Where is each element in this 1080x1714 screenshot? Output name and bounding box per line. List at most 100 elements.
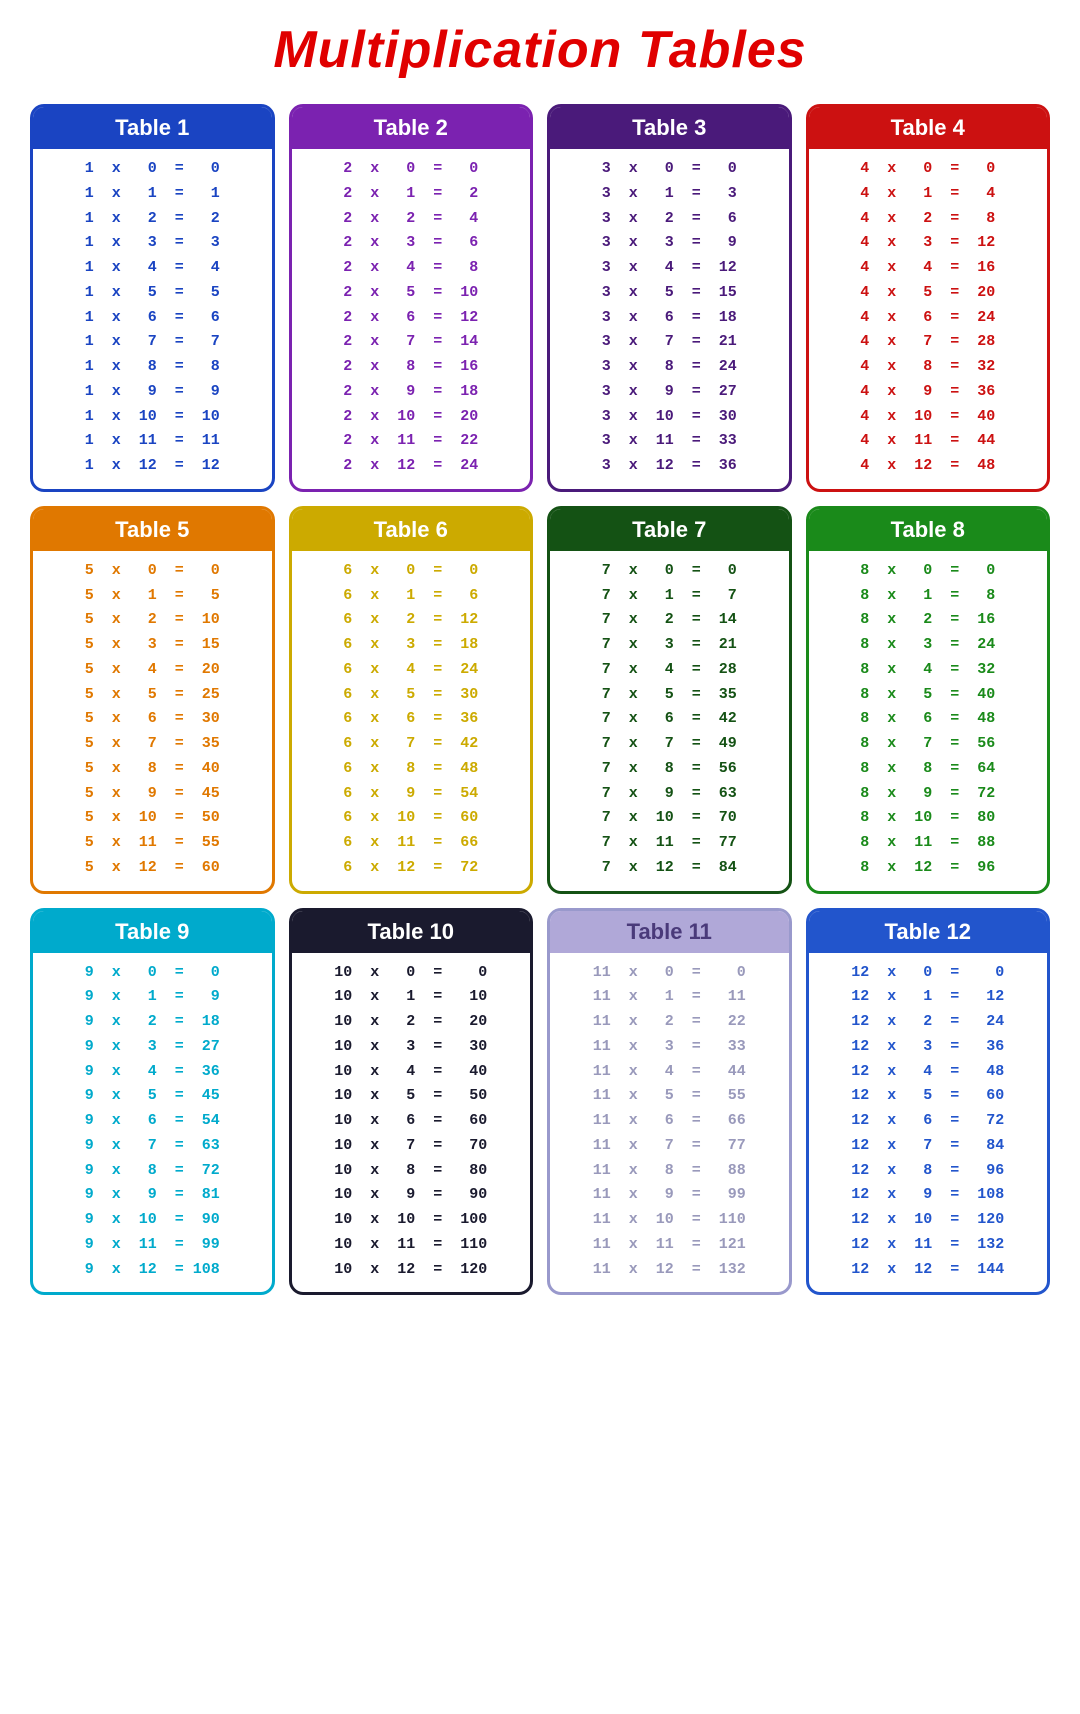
table-row: 6 x 8 = 48 (302, 757, 521, 782)
table-row: 7 x 10 = 70 (560, 806, 779, 831)
table-row: 4 x 11 = 44 (819, 429, 1038, 454)
table-row: 11 x 3 = 33 (560, 1035, 779, 1060)
table-row: 1 x 3 = 3 (43, 231, 262, 256)
table-body-2: 2 x 0 = 02 x 1 = 22 x 2 = 42 x 3 = 62 x … (292, 149, 531, 489)
table-row: 10 x 7 = 70 (302, 1134, 521, 1159)
page-title: Multiplication Tables (20, 20, 1060, 80)
table-row: 3 x 2 = 6 (560, 207, 779, 232)
table-row: 8 x 6 = 48 (819, 707, 1038, 732)
table-row: 6 x 5 = 30 (302, 683, 521, 708)
table-row: 9 x 0 = 0 (43, 961, 262, 986)
table-row: 6 x 11 = 66 (302, 831, 521, 856)
table-card-7: Table 77 x 0 = 07 x 1 = 77 x 2 = 147 x 3… (547, 506, 792, 894)
table-row: 5 x 6 = 30 (43, 707, 262, 732)
table-row: 9 x 8 = 72 (43, 1159, 262, 1184)
table-row: 2 x 7 = 14 (302, 330, 521, 355)
table-row: 3 x 8 = 24 (560, 355, 779, 380)
table-row: 7 x 0 = 0 (560, 559, 779, 584)
table-header-6: Table 6 (292, 509, 531, 551)
table-row: 6 x 3 = 18 (302, 633, 521, 658)
table-body-1: 1 x 0 = 01 x 1 = 11 x 2 = 21 x 3 = 31 x … (33, 149, 272, 489)
table-row: 7 x 6 = 42 (560, 707, 779, 732)
table-row: 6 x 6 = 36 (302, 707, 521, 732)
table-row: 5 x 8 = 40 (43, 757, 262, 782)
table-row: 9 x 3 = 27 (43, 1035, 262, 1060)
table-row: 1 x 0 = 0 (43, 157, 262, 182)
table-row: 3 x 11 = 33 (560, 429, 779, 454)
table-card-2: Table 22 x 0 = 02 x 1 = 22 x 2 = 42 x 3 … (289, 104, 534, 492)
table-body-7: 7 x 0 = 07 x 1 = 77 x 2 = 147 x 3 = 217 … (550, 551, 789, 891)
table-row: 7 x 3 = 21 (560, 633, 779, 658)
table-row: 5 x 11 = 55 (43, 831, 262, 856)
table-row: 8 x 2 = 16 (819, 608, 1038, 633)
table-row: 3 x 4 = 12 (560, 256, 779, 281)
table-row: 4 x 1 = 4 (819, 182, 1038, 207)
table-row: 5 x 12 = 60 (43, 856, 262, 881)
table-card-3: Table 33 x 0 = 03 x 1 = 33 x 2 = 63 x 3 … (547, 104, 792, 492)
table-row: 10 x 11 = 110 (302, 1233, 521, 1258)
table-card-4: Table 44 x 0 = 04 x 1 = 44 x 2 = 84 x 3 … (806, 104, 1051, 492)
table-header-10: Table 10 (292, 911, 531, 953)
table-row: 4 x 5 = 20 (819, 281, 1038, 306)
table-row: 5 x 4 = 20 (43, 658, 262, 683)
table-row: 2 x 5 = 10 (302, 281, 521, 306)
table-row: 6 x 9 = 54 (302, 782, 521, 807)
table-row: 3 x 9 = 27 (560, 380, 779, 405)
table-row: 10 x 5 = 50 (302, 1084, 521, 1109)
table-row: 11 x 10 = 110 (560, 1208, 779, 1233)
table-row: 2 x 2 = 4 (302, 207, 521, 232)
table-row: 12 x 0 = 0 (819, 961, 1038, 986)
table-row: 1 x 12 = 12 (43, 454, 262, 479)
table-row: 11 x 1 = 11 (560, 985, 779, 1010)
table-row: 11 x 11 = 121 (560, 1233, 779, 1258)
table-row: 2 x 4 = 8 (302, 256, 521, 281)
table-row: 1 x 10 = 10 (43, 405, 262, 430)
table-row: 7 x 1 = 7 (560, 584, 779, 609)
table-row: 9 x 7 = 63 (43, 1134, 262, 1159)
table-row: 12 x 5 = 60 (819, 1084, 1038, 1109)
table-card-10: Table 1010 x 0 = 010 x 1 = 1010 x 2 = 20… (289, 908, 534, 1296)
table-row: 5 x 3 = 15 (43, 633, 262, 658)
table-row: 12 x 10 = 120 (819, 1208, 1038, 1233)
table-row: 10 x 2 = 20 (302, 1010, 521, 1035)
table-row: 1 x 4 = 4 (43, 256, 262, 281)
table-row: 9 x 12 = 108 (43, 1258, 262, 1283)
table-row: 11 x 7 = 77 (560, 1134, 779, 1159)
table-row: 8 x 7 = 56 (819, 732, 1038, 757)
table-row: 11 x 8 = 88 (560, 1159, 779, 1184)
table-row: 3 x 0 = 0 (560, 157, 779, 182)
table-row: 9 x 11 = 99 (43, 1233, 262, 1258)
table-row: 12 x 1 = 12 (819, 985, 1038, 1010)
table-row: 3 x 12 = 36 (560, 454, 779, 479)
table-row: 4 x 3 = 12 (819, 231, 1038, 256)
table-row: 12 x 2 = 24 (819, 1010, 1038, 1035)
table-row: 12 x 3 = 36 (819, 1035, 1038, 1060)
table-row: 10 x 1 = 10 (302, 985, 521, 1010)
table-row: 5 x 5 = 25 (43, 683, 262, 708)
table-row: 1 x 1 = 1 (43, 182, 262, 207)
table-row: 12 x 11 = 132 (819, 1233, 1038, 1258)
table-row: 7 x 8 = 56 (560, 757, 779, 782)
table-row: 4 x 10 = 40 (819, 405, 1038, 430)
table-header-7: Table 7 (550, 509, 789, 551)
table-row: 7 x 4 = 28 (560, 658, 779, 683)
table-row: 3 x 5 = 15 (560, 281, 779, 306)
table-row: 9 x 9 = 81 (43, 1183, 262, 1208)
table-row: 2 x 11 = 22 (302, 429, 521, 454)
table-row: 6 x 10 = 60 (302, 806, 521, 831)
table-card-12: Table 1212 x 0 = 012 x 1 = 1212 x 2 = 24… (806, 908, 1051, 1296)
tables-grid: Table 11 x 0 = 01 x 1 = 11 x 2 = 21 x 3 … (20, 104, 1060, 1295)
table-header-1: Table 1 (33, 107, 272, 149)
table-header-11: Table 11 (550, 911, 789, 953)
table-row: 3 x 1 = 3 (560, 182, 779, 207)
table-row: 2 x 12 = 24 (302, 454, 521, 479)
table-row: 6 x 4 = 24 (302, 658, 521, 683)
table-row: 7 x 5 = 35 (560, 683, 779, 708)
table-body-8: 8 x 0 = 08 x 1 = 88 x 2 = 168 x 3 = 248 … (809, 551, 1048, 891)
table-row: 2 x 9 = 18 (302, 380, 521, 405)
table-body-10: 10 x 0 = 010 x 1 = 1010 x 2 = 2010 x 3 =… (292, 953, 531, 1293)
table-row: 1 x 7 = 7 (43, 330, 262, 355)
table-body-12: 12 x 0 = 012 x 1 = 1212 x 2 = 2412 x 3 =… (809, 953, 1048, 1293)
table-header-2: Table 2 (292, 107, 531, 149)
table-row: 8 x 9 = 72 (819, 782, 1038, 807)
